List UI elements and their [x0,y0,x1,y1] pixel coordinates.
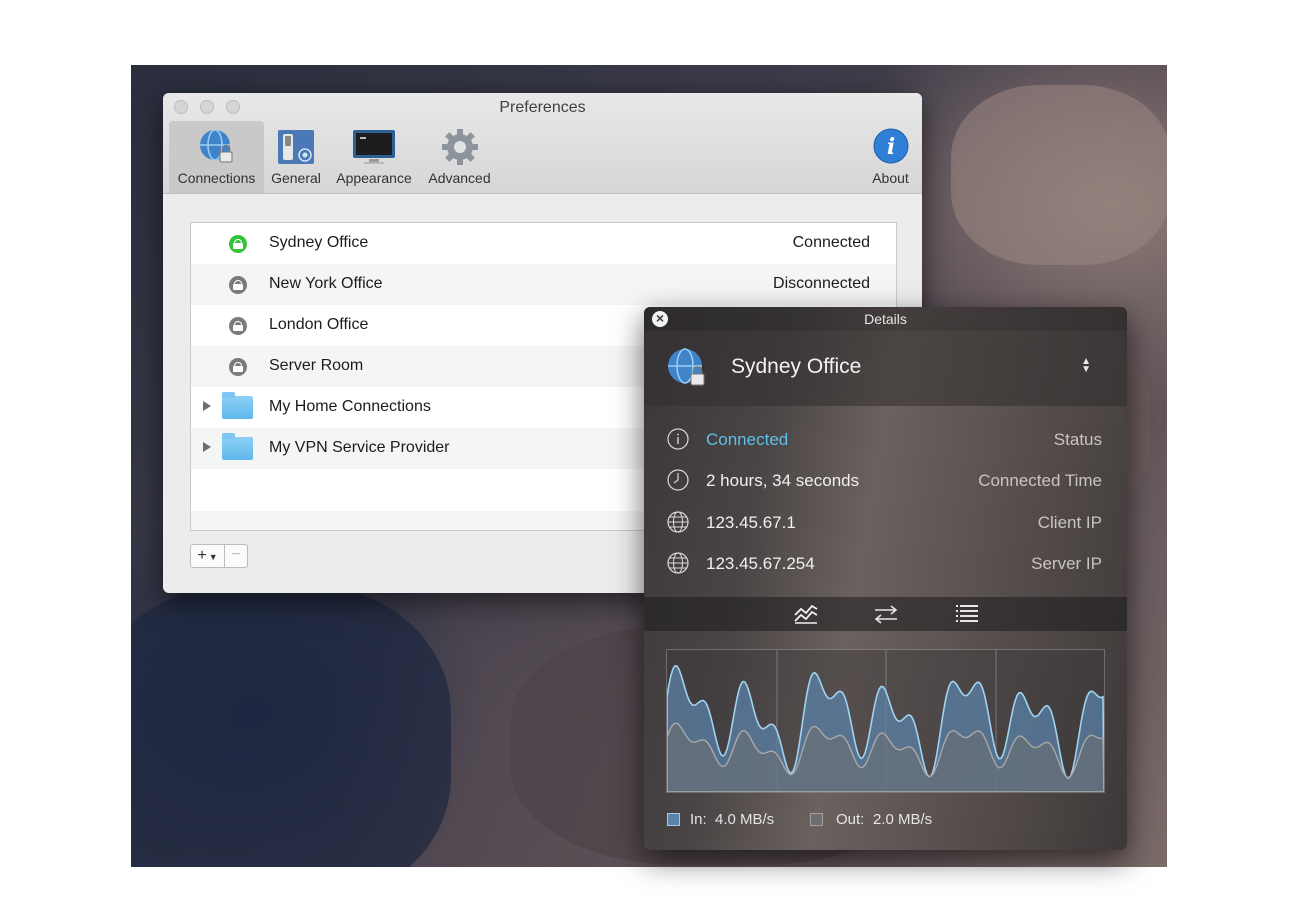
details-panel: × Details Sydney Office ▲ ▼ Connected Sta… [644,307,1127,850]
connection-row[interactable]: Sydney Office Connected [191,223,896,264]
selected-connection-name: Sydney Office [731,355,862,378]
connected-time-label: Connected Time [978,471,1102,490]
connection-name: Sydney Office [269,234,369,251]
toolbar-label: Connections [177,170,256,186]
globe-icon [667,552,689,574]
status-label: Status [1053,430,1102,449]
lock-icon [229,235,247,253]
info-icon [667,428,689,450]
toolbar-label: About [872,170,909,186]
server-ip-label: Server IP [1031,554,1102,573]
info-icon: i [873,128,908,164]
connected-time-value: 2 hours, 34 seconds [706,471,860,490]
traffic-graph [666,649,1105,793]
folder-name: My VPN Service Provider [269,439,450,456]
globe-lock-icon [668,348,705,386]
globe-icon [667,511,689,533]
add-label: + [197,547,207,564]
folder-name: My Home Connections [269,398,431,415]
connection-name: London Office [269,316,369,333]
connection-info: Connected Status 2 hours, 34 seconds Con… [644,406,1127,597]
toolbar-label: Advanced [428,170,491,186]
toolbar-label: General [271,170,321,186]
status-value: Connected [706,430,789,449]
folder-icon [222,433,253,460]
lock-icon [229,276,247,294]
out-rate: 2.0 MB/s [873,811,933,828]
display-icon [353,130,395,164]
connection-state: Connected [792,234,870,251]
toolbar-advanced[interactable]: Advanced [422,121,497,193]
toolbar-about[interactable]: i About [863,121,918,193]
disclosure-triangle-icon[interactable] [203,401,211,411]
up-down-stepper-icon[interactable]: ▲ ▼ [1081,357,1091,375]
toolbar-appearance[interactable]: Appearance [330,121,418,193]
window-title: Preferences [499,99,586,116]
gear-icon [441,129,478,165]
out-label: Out: [836,811,865,828]
graph-tab-icon[interactable] [792,602,820,626]
client-ip-label: Client IP [1037,513,1102,532]
info-row-connected-time: 2 hours, 34 seconds Connected Time [644,459,1127,500]
lock-icon [229,317,247,335]
globe-lock-icon [199,129,232,163]
connection-name: New York Office [269,275,383,292]
add-connection-button[interactable]: + ▼ [191,545,225,567]
water-area [131,585,451,867]
connection-row[interactable]: New York Office Disconnected [191,264,896,305]
add-remove-control: + ▼ − [190,544,248,568]
details-title: Details [864,311,907,327]
in-label: In: [690,811,707,828]
clock-icon [667,469,689,491]
chevron-down-icon: ▼ [208,552,218,562]
toolbar-connections[interactable]: Connections [169,121,264,193]
switch-icon [278,130,314,164]
traffic-legend: In: 4.0 MB/s Out: 2.0 MB/s [644,805,1127,835]
info-row-server-ip: 123.45.67.254 Server IP [644,542,1127,583]
connection-state: Disconnected [773,275,870,292]
in-rate: 4.0 MB/s [715,811,775,828]
details-titlebar: × Details [644,307,1127,331]
client-ip-value: 123.45.67.1 [706,513,796,532]
info-row-client-ip: 123.45.67.1 Client IP [644,501,1127,542]
remove-connection-button[interactable]: − [225,545,247,567]
in-legend-swatch [667,813,680,826]
connection-selector[interactable]: Sydney Office ▲ ▼ [644,331,1127,406]
details-tab-bar [644,597,1127,631]
toolbar-label: Appearance [336,170,412,186]
out-legend-swatch [810,813,823,826]
server-ip-value: 123.45.67.254 [706,554,815,573]
info-row-status: Connected Status [644,418,1127,459]
traffic-graph-plot [666,650,1105,793]
connection-name: Server Room [269,357,364,374]
rock-formation [951,85,1167,265]
svg-text:i: i [886,134,894,160]
toolbar-general[interactable]: General [267,121,325,193]
window-toolbar: Preferences Connections General Appearan… [163,93,922,194]
lock-icon [229,358,247,376]
log-list-tab-icon[interactable] [953,602,981,626]
folder-icon [222,392,253,419]
transfer-tab-icon[interactable] [872,602,900,626]
disclosure-triangle-icon[interactable] [203,442,211,452]
